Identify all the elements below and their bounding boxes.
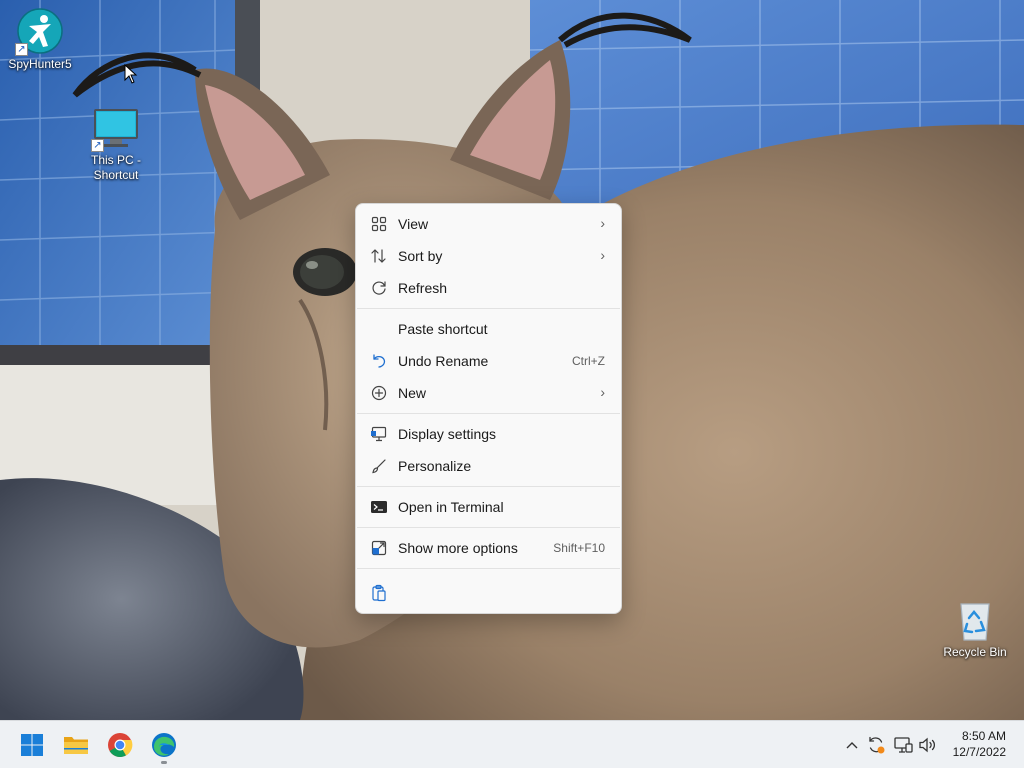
menu-item-label: View	[398, 216, 429, 232]
chrome-icon[interactable]	[104, 729, 136, 761]
desktop-icon-label: This PC - Shortcut	[90, 153, 141, 182]
shortcut-hint: Shift+F10	[553, 541, 605, 555]
menu-item-open-in-terminal[interactable]: Open in Terminal	[356, 491, 621, 523]
paste-icon[interactable]	[370, 584, 388, 607]
menu-item-label: Personalize	[398, 458, 472, 474]
desktop-icon-spyhunter[interactable]: ↗ SpyHunter5	[0, 8, 80, 72]
taskbar: 8:50 AM 12/7/2022	[0, 720, 1024, 768]
chevron-right-icon: ›	[600, 384, 605, 400]
menu-item-view[interactable]: View ›	[356, 208, 621, 240]
menu-item-paste-shortcut[interactable]: Paste shortcut	[356, 313, 621, 345]
recycle-bin-icon	[955, 600, 995, 642]
menu-separator	[357, 568, 620, 569]
menu-item-undo-rename[interactable]: Undo Rename Ctrl+Z	[356, 345, 621, 377]
shortcut-arrow-icon: ↗	[15, 43, 28, 56]
menu-item-label: Open in Terminal	[398, 499, 504, 515]
file-explorer-icon[interactable]	[60, 729, 92, 761]
plus-circle-icon	[370, 385, 388, 401]
monitor-icon: ↗	[91, 108, 139, 152]
edge-icon[interactable]	[148, 729, 180, 764]
menu-item-label: Show more options	[398, 540, 518, 556]
menu-separator	[357, 527, 620, 528]
mouse-cursor-icon	[124, 64, 138, 84]
desktop-icon-this-pc[interactable]: ↗ This PC - Shortcut	[76, 108, 156, 183]
show-more-icon	[370, 540, 388, 556]
shortcut-hint: Ctrl+Z	[572, 354, 605, 368]
desktop-icon-recycle-bin[interactable]: Recycle Bin	[935, 600, 1015, 660]
terminal-icon	[370, 499, 388, 515]
menu-separator	[357, 413, 620, 414]
undo-icon	[370, 353, 388, 369]
chevron-right-icon: ›	[600, 247, 605, 263]
menu-item-refresh[interactable]: Refresh	[356, 272, 621, 304]
grid-icon	[370, 216, 388, 232]
menu-item-label: Refresh	[398, 280, 448, 296]
menu-item-label: Sort by	[398, 248, 443, 264]
brush-icon	[370, 458, 388, 474]
display-icon	[370, 426, 388, 442]
update-icon[interactable]	[866, 735, 886, 755]
menu-item-sort-by[interactable]: Sort by ›	[356, 240, 621, 272]
menu-separator	[357, 486, 620, 487]
windows-start-icon[interactable]	[16, 729, 48, 761]
menu-separator	[357, 308, 620, 309]
clock-time: 8:50 AM	[961, 729, 1006, 743]
chevron-right-icon: ›	[600, 215, 605, 231]
menu-item-label: Undo Rename	[398, 353, 489, 369]
system-clock[interactable]: 8:50 AM 12/7/2022	[953, 728, 1006, 760]
desktop-icon-label: Recycle Bin	[943, 645, 1007, 659]
running-indicator	[161, 761, 167, 764]
menu-quick-actions	[356, 573, 621, 613]
volume-icon[interactable]	[918, 735, 938, 755]
desktop-icon-label: SpyHunter5	[8, 57, 72, 71]
menu-item-label: Display settings	[398, 426, 497, 442]
sort-icon	[370, 248, 388, 264]
desktop-context-menu: View › Sort by › Refresh Paste shortcut …	[355, 203, 622, 614]
shortcut-arrow-icon: ↗	[91, 139, 104, 152]
network-icon[interactable]	[893, 735, 913, 755]
spyhunter-icon: ↗	[15, 8, 63, 56]
menu-item-show-more-options[interactable]: Show more options Shift+F10	[356, 532, 621, 564]
menu-item-label: New	[398, 385, 427, 401]
menu-item-new[interactable]: New ›	[356, 377, 621, 409]
clock-date: 12/7/2022	[952, 745, 1006, 759]
refresh-icon	[370, 280, 388, 296]
menu-item-display-settings[interactable]: Display settings	[356, 418, 621, 450]
menu-item-label: Paste shortcut	[398, 321, 488, 337]
chevron-up-icon[interactable]	[842, 735, 862, 755]
menu-item-personalize[interactable]: Personalize	[356, 450, 621, 482]
